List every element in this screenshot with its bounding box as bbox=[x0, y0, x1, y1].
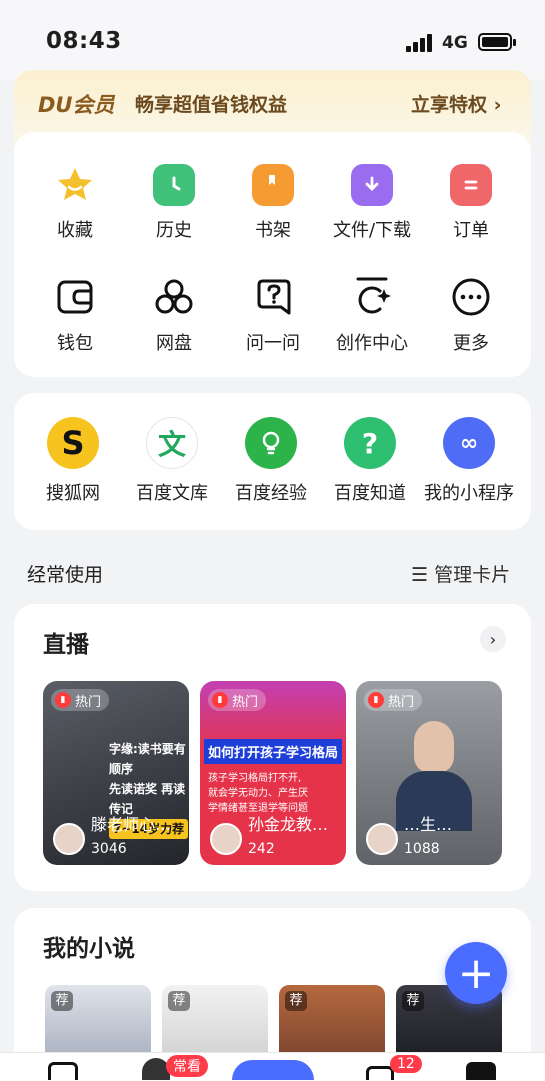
shortcut-downloads[interactable]: 文件/下载 bbox=[322, 164, 422, 242]
clipboard-icon bbox=[450, 164, 492, 206]
live-wave-icon: ▮ bbox=[368, 692, 384, 708]
hot-tag: ▮ 热门 bbox=[364, 689, 423, 711]
badge-often-watch: 常看 bbox=[166, 1055, 208, 1077]
vip-logo: DU会员 bbox=[38, 93, 115, 117]
vip-text: 畅享超值省钱权益 bbox=[135, 94, 288, 116]
live-overlay-text: 孩子学习格局打不开, 就会学无动力、产生厌 学情绪甚至退学等问题 bbox=[208, 773, 308, 814]
network-type: 4G bbox=[442, 33, 468, 53]
bookmark-icon bbox=[252, 164, 294, 206]
live-wave-icon: ▮ bbox=[55, 692, 71, 708]
battery-icon bbox=[478, 33, 512, 51]
shortcut-history[interactable]: 历史 bbox=[124, 164, 224, 242]
message-count-badge: 12 bbox=[390, 1055, 422, 1073]
shortcut-ask[interactable]: 问一问 bbox=[223, 275, 323, 355]
battery-tip bbox=[513, 39, 516, 46]
novels-title: 我的小说 bbox=[43, 936, 135, 962]
live-item-2[interactable]: ▮ 热门 如何打开孩子学习格局 孩子学习格局打不开, 就会学无动力、产生厌 学情绪… bbox=[200, 681, 346, 865]
shortcut-bookshelf[interactable]: 书架 bbox=[223, 164, 323, 242]
shortcut-more[interactable]: 更多 bbox=[421, 275, 521, 355]
creation-icon bbox=[350, 275, 394, 319]
live-wave-icon: ▮ bbox=[212, 692, 228, 708]
question-icon bbox=[251, 275, 295, 319]
profile-icon[interactable] bbox=[466, 1062, 496, 1080]
signal-icon bbox=[406, 34, 436, 52]
live-title: 直播 bbox=[43, 632, 89, 658]
wallet-icon bbox=[53, 275, 97, 319]
app-zhidao[interactable]: ? 百度知道 bbox=[320, 417, 420, 505]
cloud-drive-icon bbox=[152, 275, 196, 319]
zhidao-icon: ? bbox=[344, 417, 396, 469]
hot-tag: ▮ 热门 bbox=[51, 689, 110, 711]
shortcut-wallet[interactable]: 钱包 bbox=[25, 275, 125, 355]
shortcut-netdisk[interactable]: 网盘 bbox=[124, 275, 224, 355]
frequent-use-label: 经常使用 bbox=[27, 564, 104, 586]
status-time: 08:43 bbox=[46, 28, 122, 54]
hot-tag: ▮ 热门 bbox=[208, 689, 267, 711]
avatar bbox=[366, 823, 398, 855]
sohu-icon: S bbox=[47, 417, 99, 469]
manage-cards-button[interactable]: ☰ 管理卡片 bbox=[411, 560, 510, 587]
jingyan-icon bbox=[245, 417, 297, 469]
clock-icon bbox=[153, 164, 195, 206]
more-icon bbox=[449, 275, 493, 319]
shortcut-orders[interactable]: 订单 bbox=[421, 164, 521, 242]
app-sohu[interactable]: S 搜狐网 bbox=[23, 417, 123, 505]
star-icon bbox=[54, 164, 96, 206]
center-tab-button[interactable] bbox=[232, 1060, 314, 1080]
add-fab-button[interactable]: + bbox=[445, 942, 507, 1004]
home-icon[interactable] bbox=[48, 1062, 78, 1080]
wenku-icon: 文 bbox=[146, 417, 198, 469]
folder-download-icon bbox=[351, 164, 393, 206]
presenter-face bbox=[414, 721, 454, 773]
live-item-1[interactable]: ▮ 热门 字缘:读书要有顺序 先读诺奖 再读传记 7~14岁力荐 滕老师心… 30… bbox=[43, 681, 189, 865]
chevron-right-icon: › bbox=[489, 629, 497, 649]
list-icon: ☰ bbox=[411, 564, 435, 586]
app-wenku[interactable]: 文 百度文库 bbox=[122, 417, 222, 505]
app-mini-program[interactable]: ∞ 我的小程序 bbox=[419, 417, 519, 505]
live-item-3[interactable]: ▮ 热门 …生… 1088 bbox=[356, 681, 502, 865]
vip-cta-link[interactable]: 立享特权 › bbox=[411, 90, 501, 117]
shortcut-creation[interactable]: 创作中心 bbox=[322, 275, 422, 355]
app-jingyan[interactable]: 百度经验 bbox=[221, 417, 321, 505]
avatar bbox=[210, 823, 242, 855]
message-icon[interactable] bbox=[366, 1066, 394, 1080]
live-more-button[interactable]: › bbox=[480, 626, 506, 652]
avatar bbox=[53, 823, 85, 855]
mini-program-icon: ∞ bbox=[443, 417, 495, 469]
shortcut-favorites[interactable]: 收藏 bbox=[25, 164, 125, 242]
